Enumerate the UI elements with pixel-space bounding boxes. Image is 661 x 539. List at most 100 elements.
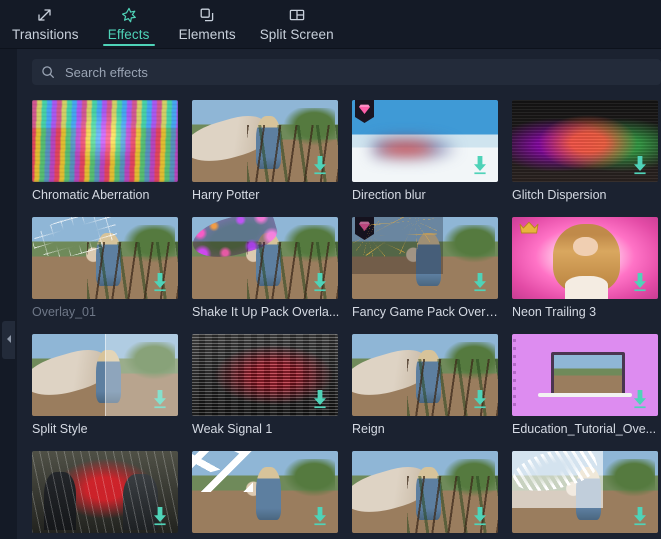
effect-card[interactable]: Chromatic Aberration bbox=[24, 94, 184, 211]
category-tabbar: Transitions Effects Elements Split Scree… bbox=[0, 0, 661, 49]
effect-card[interactable]: Fancy Game Pack Overla... bbox=[344, 211, 504, 328]
effect-thumbnail[interactable] bbox=[192, 217, 338, 299]
tab-elements[interactable]: Elements bbox=[167, 0, 248, 43]
effect-thumbnail[interactable] bbox=[512, 334, 658, 416]
tab-underline-active bbox=[102, 44, 155, 46]
preview-foliage bbox=[602, 459, 656, 497]
download-icon[interactable] bbox=[630, 505, 650, 527]
effect-card[interactable] bbox=[344, 445, 504, 539]
preview-foliage bbox=[122, 342, 176, 380]
effect-label: Split Style bbox=[32, 422, 88, 436]
effect-card[interactable]: Neon Trailing 3 bbox=[504, 211, 661, 328]
preview-foliage bbox=[442, 342, 496, 380]
preview-subject bbox=[416, 350, 442, 403]
tab-transitions-label: Transitions bbox=[12, 27, 79, 42]
effect-thumbnail[interactable] bbox=[512, 100, 658, 182]
search-bar[interactable] bbox=[32, 59, 661, 85]
preview-subject bbox=[256, 467, 282, 520]
effect-card[interactable]: Direction blur bbox=[344, 94, 504, 211]
download-icon[interactable] bbox=[310, 271, 330, 293]
download-icon[interactable] bbox=[150, 271, 170, 293]
effect-thumbnail[interactable] bbox=[352, 334, 498, 416]
download-icon[interactable] bbox=[470, 154, 490, 176]
effect-thumbnail[interactable] bbox=[352, 217, 498, 299]
search-input[interactable] bbox=[63, 63, 652, 81]
effect-label: Shake It Up Pack Overla... bbox=[192, 305, 340, 319]
effect-thumbnail[interactable] bbox=[192, 451, 338, 533]
effect-thumbnail[interactable] bbox=[192, 100, 338, 182]
preview-foliage bbox=[282, 108, 336, 146]
effect-thumbnail[interactable] bbox=[352, 451, 498, 533]
effect-card[interactable]: Harry Potter bbox=[184, 94, 344, 211]
download-icon[interactable] bbox=[470, 388, 490, 410]
effect-label: Education_Tutorial_Ove... bbox=[512, 422, 657, 436]
effect-card[interactable] bbox=[184, 445, 344, 539]
preview-foliage bbox=[442, 225, 496, 263]
effects-panel: Transitions Effects Elements Split Scree… bbox=[0, 0, 661, 539]
effect-label: Fancy Game Pack Overla... bbox=[352, 305, 500, 319]
effect-thumbnail[interactable] bbox=[32, 100, 178, 182]
effect-card[interactable]: Reign bbox=[344, 328, 504, 445]
tab-split-screen-label: Split Screen bbox=[259, 27, 334, 42]
download-icon[interactable] bbox=[630, 388, 650, 410]
preview-subject bbox=[416, 467, 442, 520]
effect-card[interactable]: Overlay_01 bbox=[24, 211, 184, 328]
tab-transitions[interactable]: Transitions bbox=[0, 0, 91, 43]
effects-grid: Chromatic Aberration Harry Potter Directio… bbox=[24, 94, 661, 539]
preview-element bbox=[551, 352, 625, 398]
preview-element bbox=[513, 338, 517, 412]
download-icon[interactable] bbox=[310, 388, 330, 410]
download-icon[interactable] bbox=[310, 154, 330, 176]
preview-subject bbox=[96, 350, 122, 403]
preview-subject bbox=[43, 472, 76, 530]
preview-subject bbox=[96, 233, 122, 286]
download-icon[interactable] bbox=[630, 154, 650, 176]
effect-label: Neon Trailing 3 bbox=[512, 305, 597, 319]
preview-foliage bbox=[122, 225, 176, 263]
effect-thumbnail[interactable] bbox=[32, 334, 178, 416]
effect-thumbnail[interactable] bbox=[32, 217, 178, 299]
download-icon[interactable] bbox=[470, 271, 490, 293]
preview-subject bbox=[256, 233, 282, 286]
transitions-icon bbox=[36, 4, 54, 26]
effect-preview-image bbox=[32, 100, 178, 182]
effect-card[interactable]: Education_Tutorial_Ove... bbox=[504, 328, 661, 445]
download-icon[interactable] bbox=[310, 505, 330, 527]
effect-thumbnail[interactable] bbox=[512, 217, 658, 299]
effect-card[interactable]: Shake It Up Pack Overla... bbox=[184, 211, 344, 328]
gem-badge-icon bbox=[355, 100, 374, 123]
collapse-panel-button[interactable] bbox=[2, 321, 15, 359]
effect-label: Overlay_01 bbox=[32, 305, 96, 319]
tab-effects[interactable]: Effects bbox=[91, 0, 167, 46]
preview-foliage bbox=[282, 225, 336, 263]
effect-label: Glitch Dispersion bbox=[512, 188, 607, 202]
effect-label: Direction blur bbox=[352, 188, 426, 202]
elements-icon bbox=[198, 4, 216, 26]
effect-thumbnail[interactable] bbox=[192, 334, 338, 416]
download-icon[interactable] bbox=[150, 505, 170, 527]
preview-subject bbox=[573, 236, 599, 257]
effects-grid-scroll[interactable]: Chromatic Aberration Harry Potter Directio… bbox=[24, 94, 661, 539]
download-icon[interactable] bbox=[630, 271, 650, 293]
effect-label: Reign bbox=[352, 422, 385, 436]
crown-badge-icon bbox=[518, 219, 540, 236]
search-icon bbox=[41, 65, 55, 79]
effects-star-icon bbox=[120, 4, 138, 26]
effect-thumbnail[interactable] bbox=[352, 100, 498, 182]
effect-card[interactable]: Weak Signal 1 bbox=[184, 328, 344, 445]
effect-preview-image bbox=[32, 334, 178, 416]
preview-foliage bbox=[282, 459, 336, 497]
preview-element bbox=[538, 393, 632, 398]
preview-subject bbox=[256, 116, 282, 169]
chevron-left-icon bbox=[5, 331, 13, 349]
effect-card[interactable] bbox=[24, 445, 184, 539]
download-icon[interactable] bbox=[470, 505, 490, 527]
split-screen-icon bbox=[288, 4, 306, 26]
effect-card[interactable]: Glitch Dispersion bbox=[504, 94, 661, 211]
rail-gap bbox=[17, 49, 24, 539]
effect-card[interactable] bbox=[504, 445, 661, 539]
tab-split-screen[interactable]: Split Screen bbox=[248, 0, 346, 43]
effect-card[interactable]: Split Style bbox=[24, 328, 184, 445]
effect-thumbnail[interactable] bbox=[512, 451, 658, 533]
effect-thumbnail[interactable] bbox=[32, 451, 178, 533]
